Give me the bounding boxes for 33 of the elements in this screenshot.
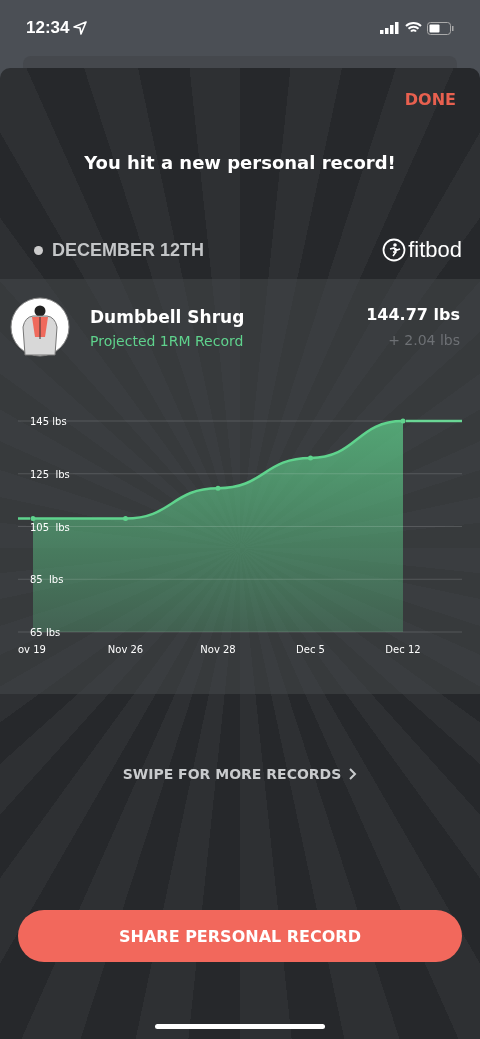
wifi-icon — [405, 22, 422, 34]
battery-icon — [427, 21, 454, 35]
location-arrow-icon — [73, 21, 88, 35]
data-point — [30, 516, 36, 522]
x-axis-label: Dec 5 — [296, 644, 325, 655]
record-type: Projected 1RM Record — [90, 333, 245, 349]
date-dot — [34, 245, 43, 255]
chevron-right-icon — [349, 768, 358, 780]
x-axis-label: Dec 12 — [385, 644, 421, 655]
exercise-name: Dumbbell Shrug — [90, 307, 246, 327]
swipe-more-link[interactable]: SWIPE FOR MORE RECORDS — [122, 766, 358, 782]
y-axis-label: 85 lbs — [30, 574, 64, 586]
x-axis-label: Nov 28 — [200, 644, 236, 655]
y-axis-label: 145 lbs — [30, 416, 67, 427]
data-point — [123, 516, 128, 522]
data-point — [215, 485, 221, 491]
signal-icon — [380, 22, 400, 34]
x-axis-label: Nov 26 — [107, 644, 144, 655]
status-time: 12:34 — [26, 18, 88, 38]
data-point — [308, 455, 313, 461]
runner-logo-icon — [382, 238, 407, 262]
muscle-diagram-icon — [10, 297, 70, 357]
record-date: DECEMBER 12TH — [52, 239, 205, 261]
y-axis-label: 65 lbs — [30, 627, 61, 638]
data-point — [400, 418, 406, 424]
brand-name: fitbod — [408, 237, 462, 263]
done-button[interactable]: DONE — [404, 90, 456, 109]
record-value: 144.77 lbs — [366, 305, 460, 324]
x-axis-label: ov 19 — [18, 644, 46, 655]
y-axis-label: 125 lbs — [30, 468, 70, 480]
share-record-button[interactable]: SHARE PERSONAL RECORD — [18, 910, 462, 962]
y-axis-label: 105 lbs — [30, 521, 70, 533]
record-title: You hit a new personal record! — [83, 152, 397, 173]
